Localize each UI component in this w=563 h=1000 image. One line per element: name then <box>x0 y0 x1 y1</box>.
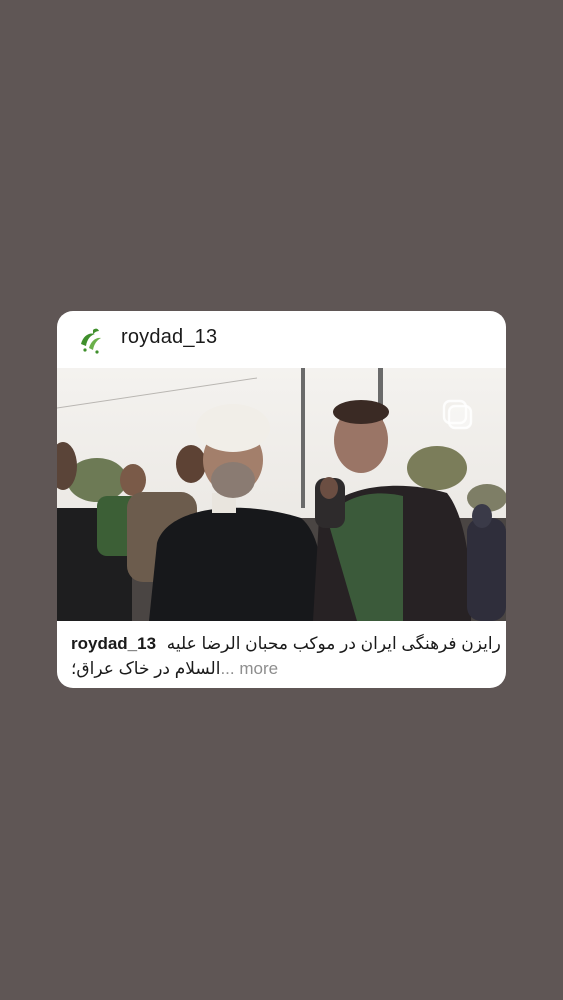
post-photo[interactable] <box>57 368 506 621</box>
post-header: roydad_13 <box>57 311 506 368</box>
roydad-logo-icon <box>81 328 101 354</box>
post-image <box>57 368 506 621</box>
post-caption: roydad_13 رایزن فرهنگی ایران در موکب محب… <box>71 631 501 681</box>
more-link[interactable]: more <box>239 659 278 678</box>
caption-text-1: رایزن فرهنگی ایران در موکب محبان الرضا ع… <box>166 634 501 653</box>
caption-text-2: السلام در خاک عراق؛ <box>71 659 221 678</box>
multiple-images-icon[interactable] <box>441 398 475 432</box>
story-post-card[interactable]: roydad_13 roydad_13 رایزن فرهنگی ایران د… <box>57 311 506 688</box>
post-username[interactable]: roydad_13 <box>121 326 217 349</box>
more-prefix: ... <box>220 659 240 678</box>
avatar[interactable] <box>73 322 107 356</box>
caption-line-1: roydad_13 رایزن فرهنگی ایران در موکب محب… <box>71 631 501 656</box>
caption-username[interactable]: roydad_13 <box>71 634 156 653</box>
caption-line-2: السلام در خاک عراق؛... more <box>71 656 491 681</box>
